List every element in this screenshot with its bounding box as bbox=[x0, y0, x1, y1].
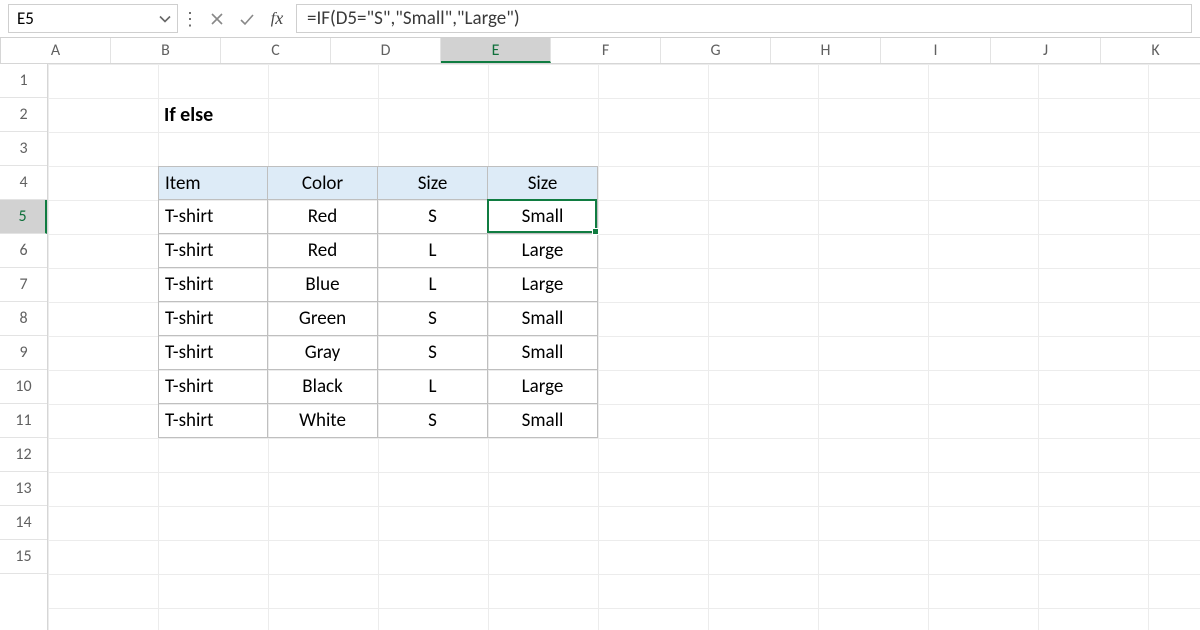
select-all-corner[interactable] bbox=[0, 38, 1, 63]
row-header-3[interactable]: 3 bbox=[0, 132, 47, 166]
table-cell-r0-c0[interactable]: T-shirt bbox=[158, 200, 268, 234]
formula-bar: ⋮ fx =IF(D5="S","Small","Large") bbox=[0, 0, 1200, 38]
insert-function-icon[interactable]: fx bbox=[262, 0, 292, 37]
col-header-I[interactable]: I bbox=[881, 38, 991, 63]
table-cell-r5-c3[interactable]: Large bbox=[488, 370, 598, 404]
row-header-6[interactable]: 6 bbox=[0, 234, 47, 268]
row-header-15[interactable]: 15 bbox=[0, 540, 47, 574]
table-cell-r1-c2[interactable]: L bbox=[378, 234, 488, 268]
formula-bar-separator: ⋮ bbox=[178, 0, 202, 37]
col-header-E[interactable]: E bbox=[441, 38, 551, 63]
col-header-H[interactable]: H bbox=[771, 38, 881, 63]
formula-input[interactable]: =IF(D5="S","Small","Large") bbox=[296, 4, 1192, 33]
table-cell-r2-c2[interactable]: L bbox=[378, 268, 488, 302]
table-cell-r0-c3[interactable]: Small bbox=[488, 200, 598, 234]
row-header-7[interactable]: 7 bbox=[0, 268, 47, 302]
table-cell-r1-c1[interactable]: Red bbox=[268, 234, 378, 268]
name-box-input[interactable] bbox=[9, 8, 153, 29]
table-cell-r3-c1[interactable]: Green bbox=[268, 302, 378, 336]
table-header-1[interactable]: Color bbox=[268, 166, 378, 200]
table-cell-r1-c0[interactable]: T-shirt bbox=[158, 234, 268, 268]
table-cell-r2-c3[interactable]: Large bbox=[488, 268, 598, 302]
row-header-14[interactable]: 14 bbox=[0, 506, 47, 540]
col-header-D[interactable]: D bbox=[331, 38, 441, 63]
table-cell-r3-c0[interactable]: T-shirt bbox=[158, 302, 268, 336]
table-cell-r4-c1[interactable]: Gray bbox=[268, 336, 378, 370]
table-cell-r0-c1[interactable]: Red bbox=[268, 200, 378, 234]
table-header-2[interactable]: Size bbox=[378, 166, 488, 200]
row-headers: 123456789101112131415 bbox=[0, 64, 48, 630]
name-box[interactable] bbox=[8, 4, 178, 33]
row-header-2[interactable]: 2 bbox=[0, 98, 47, 132]
name-box-dropdown-icon[interactable] bbox=[153, 13, 177, 25]
col-header-A[interactable]: A bbox=[1, 38, 111, 63]
table-header-0[interactable]: Item bbox=[158, 166, 268, 200]
row-header-13[interactable]: 13 bbox=[0, 472, 47, 506]
table-cell-r0-c2[interactable]: S bbox=[378, 200, 488, 234]
table-cell-r3-c3[interactable]: Small bbox=[488, 302, 598, 336]
row-header-1[interactable]: 1 bbox=[0, 64, 47, 98]
row-header-12[interactable]: 12 bbox=[0, 438, 47, 472]
col-header-F[interactable]: F bbox=[551, 38, 661, 63]
row-header-11[interactable]: 11 bbox=[0, 404, 47, 438]
cancel-icon[interactable] bbox=[202, 0, 232, 37]
table-cell-r2-c0[interactable]: T-shirt bbox=[158, 268, 268, 302]
column-headers: ABCDEFGHIJK bbox=[0, 38, 1200, 64]
row-header-9[interactable]: 9 bbox=[0, 336, 47, 370]
table-cell-r6-c3[interactable]: Small bbox=[488, 404, 598, 438]
col-header-G[interactable]: G bbox=[661, 38, 771, 63]
table-cell-r6-c2[interactable]: S bbox=[378, 404, 488, 438]
table-cell-r1-c3[interactable]: Large bbox=[488, 234, 598, 268]
table-cell-r4-c3[interactable]: Small bbox=[488, 336, 598, 370]
table-cell-r5-c1[interactable]: Black bbox=[268, 370, 378, 404]
col-header-B[interactable]: B bbox=[111, 38, 221, 63]
col-header-C[interactable]: C bbox=[221, 38, 331, 63]
col-header-K[interactable]: K bbox=[1101, 38, 1200, 63]
table-cell-r4-c2[interactable]: S bbox=[378, 336, 488, 370]
col-header-J[interactable]: J bbox=[991, 38, 1101, 63]
title-cell[interactable]: If else bbox=[158, 98, 268, 132]
cells-area[interactable]: If elseItemColorSizeSizeT-shirtRedSSmall… bbox=[48, 64, 1200, 630]
spreadsheet-grid[interactable]: ABCDEFGHIJK 123456789101112131415 If els… bbox=[0, 38, 1200, 630]
row-header-4[interactable]: 4 bbox=[0, 166, 47, 200]
table-cell-r5-c2[interactable]: L bbox=[378, 370, 488, 404]
row-header-8[interactable]: 8 bbox=[0, 302, 47, 336]
table-cell-r6-c0[interactable]: T-shirt bbox=[158, 404, 268, 438]
table-cell-r5-c0[interactable]: T-shirt bbox=[158, 370, 268, 404]
table-cell-r4-c0[interactable]: T-shirt bbox=[158, 336, 268, 370]
table-cell-r3-c2[interactable]: S bbox=[378, 302, 488, 336]
table-cell-r6-c1[interactable]: White bbox=[268, 404, 378, 438]
enter-icon[interactable] bbox=[232, 0, 262, 37]
table-cell-r2-c1[interactable]: Blue bbox=[268, 268, 378, 302]
table-header-3[interactable]: Size bbox=[488, 166, 598, 200]
row-header-10[interactable]: 10 bbox=[0, 370, 47, 404]
row-header-5[interactable]: 5 bbox=[0, 200, 47, 234]
